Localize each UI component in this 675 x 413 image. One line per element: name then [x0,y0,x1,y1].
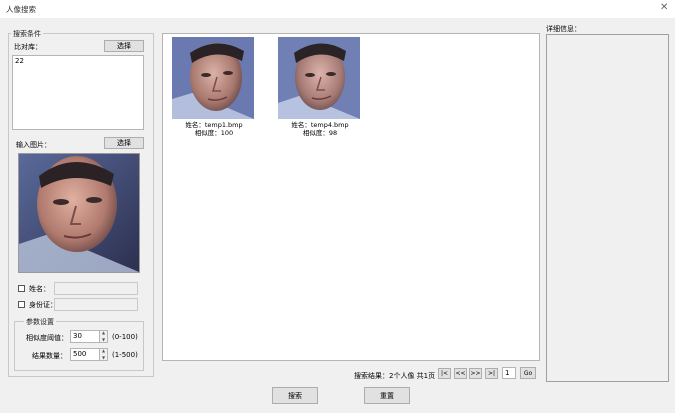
similarity-input[interactable]: 30 [70,330,100,343]
close-icon[interactable]: ✕ [660,2,668,14]
count-label: 结果数量： [32,352,67,360]
results-summary: 搜索结果：2个人像 共1页 [354,372,436,380]
name-checkbox[interactable] [18,285,25,292]
count-spinner[interactable]: ▲ ▼ [99,348,108,361]
result-item[interactable]: 姓名：temp1.bmp 相似度：100 [172,37,256,137]
search-button[interactable]: 搜索 [272,387,318,404]
window-title: 人像搜索 [6,5,36,14]
input-image-select-button[interactable]: 选择 [104,137,144,149]
compare-library-select-button[interactable]: 选择 [104,40,144,52]
result-similarity: 相似度：98 [302,129,338,137]
spin-down-icon[interactable]: ▼ [100,338,107,342]
details-panel [546,34,669,382]
last-page-button[interactable]: >| [485,368,498,379]
count-input[interactable]: 500 [70,348,100,361]
next-page-button[interactable]: >> [469,368,482,379]
first-page-button[interactable]: |< [438,368,451,379]
reset-button[interactable]: 重置 [364,387,410,404]
input-image-label: 输入图片： [16,141,51,149]
name-label: 姓名： [29,285,50,293]
result-name: 姓名：temp4.bmp [291,121,349,129]
params-group [14,321,144,371]
params-label: 参数设置 [24,317,56,327]
prev-page-button[interactable]: << [454,368,467,379]
compare-library-field[interactable]: 22 [12,55,144,130]
similarity-spinner[interactable]: ▲ ▼ [99,330,108,343]
similarity-label: 相似度阈值： [26,334,68,342]
details-label: 详细信息： [546,25,581,33]
id-field[interactable] [54,298,138,311]
title-bar [0,0,675,18]
go-button[interactable]: Go [520,367,536,379]
similarity-range: (0-100) [112,333,138,341]
page-number-input[interactable]: 1 [502,367,516,379]
spin-up-icon[interactable]: ▲ [100,331,107,335]
id-checkbox[interactable] [18,301,25,308]
result-face-image[interactable] [172,37,254,119]
input-image-frame [18,153,140,273]
result-name: 姓名：temp1.bmp [185,121,243,129]
count-range: (1-500) [112,351,138,359]
spin-up-icon[interactable]: ▲ [100,349,107,353]
spin-down-icon[interactable]: ▼ [100,356,107,360]
name-field[interactable] [54,282,138,295]
result-face-image[interactable] [278,37,360,119]
input-face-image [19,154,139,272]
id-label: 身份证： [29,301,57,309]
result-similarity: 相似度：100 [194,129,234,137]
compare-library-label: 比对库： [14,43,42,51]
search-conditions-label: 搜索条件 [11,29,43,39]
result-item[interactable]: 姓名：temp4.bmp 相似度：98 [278,37,362,137]
